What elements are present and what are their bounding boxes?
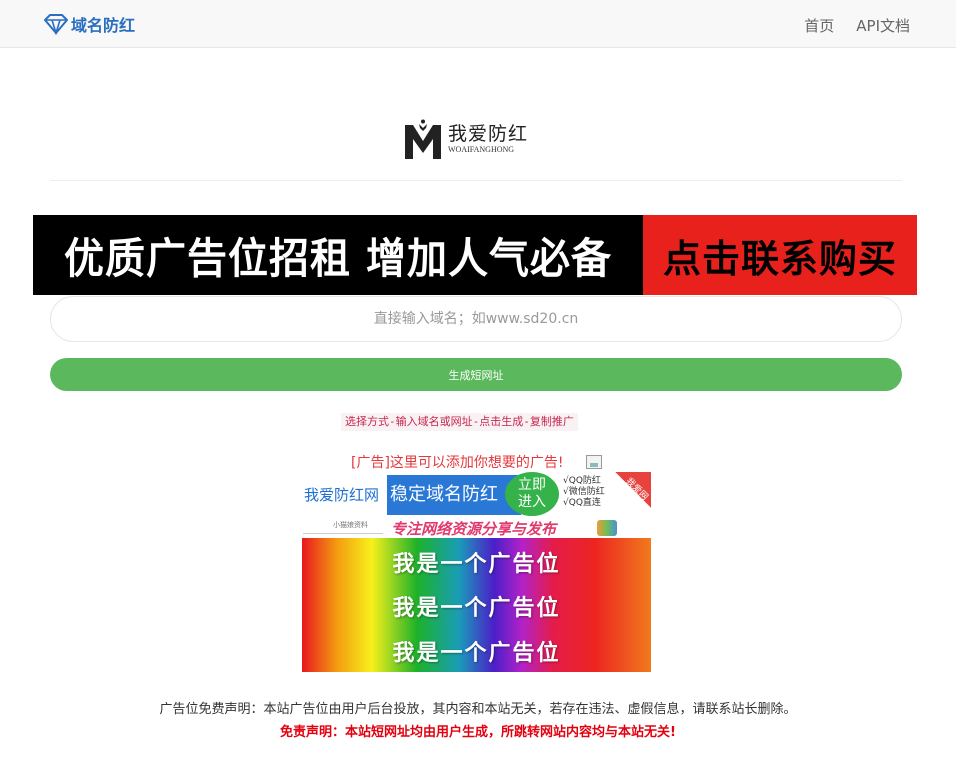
ad-fanghong-corner: 我爱网 (615, 472, 651, 508)
ad-rainbow-line: 我是一个广告位 (392, 552, 561, 577)
usage-tip: 选择方式-输入域名或网址-点击生成-复制推广 (341, 413, 578, 431)
brand-link[interactable]: 域名防红 (42, 12, 135, 36)
divider (50, 180, 902, 181)
ad-banner-cta[interactable]: 点击联系购买 (643, 215, 917, 295)
ad-resource-share[interactable]: 小猫娘资料 专注网络资源分享与发布 (301, 517, 651, 538)
ad-fanghong-cta-1: 立即 (518, 477, 546, 493)
ad-fanghong-features: √QQ防红 √微信防红 √QQ直连 (563, 476, 605, 509)
ad-disclaimer: 广告位免费声明：本站广告位由用户后台投放，其内容和本站无关，若存在违法、虚假信息… (159, 702, 797, 717)
nav-links: 首页 API文档 (804, 15, 910, 36)
ad-rainbow[interactable]: 我是一个广告位 我是一个广告位 我是一个广告位 (302, 538, 651, 672)
site-logo: 我爱防红 WOAIFANGHONG (404, 117, 554, 161)
ad-fanghong[interactable]: 我爱防红网 稳定域名防红 立即 进入 √QQ防红 √微信防红 √QQ直连 我爱网 (301, 472, 651, 517)
ad-fanghong-slogan: 稳定域名防红 (387, 475, 521, 515)
ad-banner-text: 优质广告位招租 增加人气必备 (64, 235, 612, 284)
ad-fanghong-brand: 我爱防红网 (304, 486, 380, 504)
ad-banner[interactable]: 优质广告位招租 增加人气必备 点击联系购买 (33, 215, 917, 295)
ad-fanghong-corner-text: 我爱网 (623, 476, 650, 503)
navbar: 域名防红 首页 API文档 (0, 0, 956, 48)
ad-fanghong-enter-button[interactable]: 立即 进入 (505, 472, 559, 516)
domain-input[interactable] (50, 296, 902, 342)
ad-resource-small: 小猫娘资料 (303, 520, 383, 534)
logo-m-icon (405, 119, 441, 159)
ad-banner-left: 优质广告位招租 增加人气必备 (33, 215, 643, 295)
ad-feature: √QQ防红 (563, 476, 601, 486)
ad-rainbow-line: 我是一个广告位 (392, 641, 561, 666)
logo-title: 我爱防红 (448, 123, 529, 145)
liability-notice: 免责声明：本站短网址均由用户生成，所跳转网站内容均与本站无关! (280, 725, 676, 740)
nav-link-home[interactable]: 首页 (804, 15, 834, 36)
logo-subtitle: WOAIFANGHONG (448, 145, 515, 154)
diamond-icon (44, 14, 68, 35)
brand-name: 域名防红 (71, 16, 136, 35)
ad-feature: √微信防红 (563, 487, 605, 497)
broken-image-icon (586, 455, 602, 469)
ad-resource-text: 专注网络资源分享与发布 (391, 520, 557, 538)
ad-fanghong-cta-2: 进入 (518, 494, 546, 510)
nav-link-api-docs[interactable]: API文档 (856, 15, 910, 36)
ad-rainbow-line: 我是一个广告位 (392, 596, 561, 621)
generate-short-url-button[interactable]: 生成短网址 (50, 358, 902, 391)
ad-feature: √QQ直连 (563, 498, 601, 508)
cube-icon (597, 520, 617, 536)
ad-banner-cta-text: 点击联系购买 (662, 236, 897, 281)
text-ad-link[interactable]: [广告]这里可以添加你想要的广告! (351, 452, 564, 472)
